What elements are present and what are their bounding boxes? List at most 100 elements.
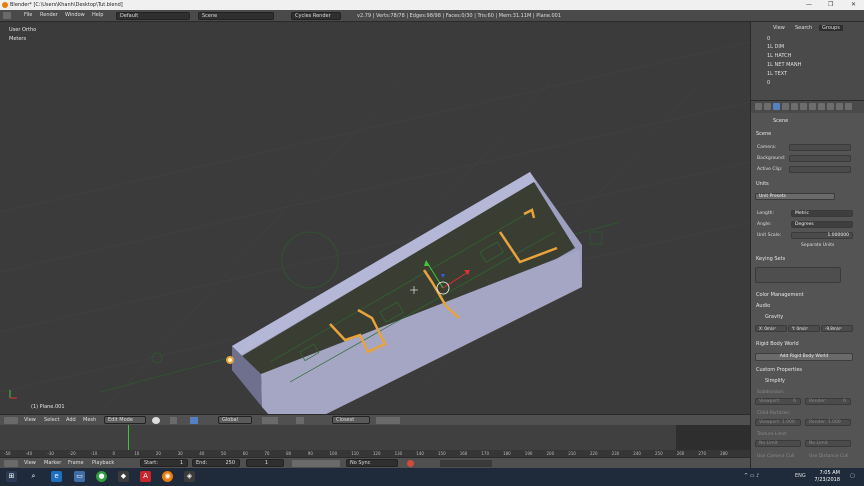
menu-add[interactable]: Add <box>66 417 76 423</box>
chrome-icon[interactable]: ● <box>96 471 107 482</box>
file-explorer-icon[interactable]: ▭ <box>74 471 85 482</box>
orientation-select[interactable]: Global <box>218 416 252 424</box>
texture-tab-icon[interactable] <box>827 103 834 110</box>
menu-marker[interactable]: Marker <box>44 460 61 466</box>
3d-viewport[interactable]: User Ortho Meters (1) Plane.001 <box>0 22 750 414</box>
menu-playback[interactable]: Playback <box>92 460 114 466</box>
scene-tab-icon[interactable] <box>773 103 780 110</box>
outliner-tab-groups[interactable]: Groups <box>819 25 843 31</box>
physics-tab-icon[interactable] <box>845 103 852 110</box>
child-viewport-field[interactable]: Viewport: 1.000 <box>755 419 801 426</box>
subdivision-render-field[interactable]: Render: 6 <box>805 398 851 405</box>
section-custom-properties[interactable]: Custom Properties <box>756 367 802 373</box>
active-clip-field[interactable] <box>789 166 851 173</box>
menu-help[interactable]: Help <box>92 12 103 18</box>
menu-file[interactable]: File <box>24 12 32 18</box>
texture-limit-viewport[interactable]: No Limit <box>755 440 801 447</box>
render-engine-select[interactable]: Cycles Render <box>291 12 341 20</box>
gravity-z-field[interactable]: -9.8m/s² <box>821 325 853 332</box>
menu-view[interactable]: View <box>24 460 36 466</box>
editor-type-icon[interactable] <box>3 12 11 19</box>
outliner-tab-view[interactable]: View <box>773 25 785 31</box>
app-icon[interactable]: ◆ <box>118 471 129 482</box>
app2-icon[interactable]: ◈ <box>184 471 195 482</box>
menu-view[interactable]: View <box>24 417 36 423</box>
menu-select[interactable]: Select <box>44 417 59 423</box>
maximize-button[interactable]: ❐ <box>828 1 833 8</box>
close-button[interactable]: ✕ <box>851 1 856 8</box>
texture-limit-render[interactable]: No Limit <box>805 440 851 447</box>
child-render-field[interactable]: Render: 1.000 <box>805 419 851 426</box>
section-color-management[interactable]: Color Management <box>756 292 804 298</box>
outliner-row[interactable]: 1L DIM <box>755 44 859 52</box>
angle-select[interactable]: Degrees <box>791 221 853 228</box>
add-rigid-body-world-button[interactable]: Add Rigid Body World <box>755 353 853 361</box>
menu-mesh[interactable]: Mesh <box>83 417 96 423</box>
outliner-tab-search[interactable]: Search <box>795 25 812 31</box>
proportional-edit-icon[interactable] <box>296 417 304 424</box>
section-units[interactable]: Units <box>756 181 769 187</box>
start-frame-field[interactable]: Start: 1 <box>140 459 188 467</box>
outliner-row[interactable]: 1L NET MANH <box>755 62 859 70</box>
data-tab-icon[interactable] <box>809 103 816 110</box>
scene-selector[interactable]: Scene <box>198 12 274 20</box>
section-keying-sets[interactable]: Keying Sets <box>756 256 785 262</box>
outliner[interactable]: View Search Groups 0 1L DIM 1L HATCH 1L … <box>750 22 864 100</box>
properties-editor[interactable]: Scene Scene Camera: Background: Active C… <box>750 100 864 468</box>
viewport-canvas[interactable] <box>0 22 750 414</box>
editor-type-icon[interactable] <box>4 417 18 424</box>
render-tab-icon[interactable] <box>755 103 762 110</box>
start-icon[interactable]: ⊞ <box>6 471 17 482</box>
timeline-ruler[interactable]: -50 -40 -30 -20 -10 0 10 20 30 40 50 60 70 80 90 100 110… <box>0 450 750 457</box>
particles-tab-icon[interactable] <box>836 103 843 110</box>
layers-tab-icon[interactable] <box>764 103 771 110</box>
outliner-row[interactable]: 1L TEXT <box>755 71 859 79</box>
pivot-icon[interactable] <box>170 417 177 424</box>
gravity-y-field[interactable]: Y: 0m/s² <box>788 325 820 332</box>
minimize-button[interactable]: — <box>806 1 812 8</box>
section-scene[interactable]: Scene <box>756 131 771 137</box>
keying-set-field[interactable] <box>440 460 492 467</box>
use-distance-cull-checkbox[interactable]: Use Distance Cull <box>809 454 848 459</box>
shading-icon[interactable] <box>152 417 160 424</box>
section-rigid-body-world[interactable]: Rigid Body World <box>756 341 799 347</box>
edge-icon[interactable]: e <box>51 471 62 482</box>
separate-units-checkbox[interactable]: Separate Units <box>801 243 834 248</box>
record-icon[interactable] <box>407 460 414 467</box>
language-indicator[interactable]: ENG <box>795 473 806 479</box>
current-frame-field[interactable]: 1 <box>246 459 284 467</box>
material-tab-icon[interactable] <box>818 103 825 110</box>
end-frame-field[interactable]: End: 250 <box>192 459 240 467</box>
timeline-editor[interactable]: -50 -40 -30 -20 -10 0 10 20 30 40 50 60 70 80 90 100 110… <box>0 425 750 457</box>
gravity-x-field[interactable]: X: 0m/s² <box>755 325 787 332</box>
mode-select[interactable]: Edit Mode <box>104 416 146 424</box>
unit-scale-field[interactable]: 1.000000 <box>791 232 853 239</box>
menu-render[interactable]: Render <box>40 12 58 18</box>
section-simplify[interactable]: Simplify <box>765 378 785 384</box>
length-select[interactable]: Metric <box>791 210 853 217</box>
playback-controls-icon[interactable] <box>292 460 340 467</box>
editor-type-icon[interactable] <box>4 460 18 467</box>
keying-sets-list[interactable] <box>755 267 841 283</box>
menu-frame[interactable]: Frame <box>68 460 84 466</box>
layout-selector[interactable]: Default <box>116 12 190 20</box>
tray-icons[interactable]: ^ ▭ ♪ <box>744 473 759 479</box>
modifiers-tab-icon[interactable] <box>800 103 807 110</box>
adobe-icon[interactable]: A <box>140 471 151 482</box>
building-mesh[interactable] <box>232 172 582 414</box>
select-mode-icon[interactable] <box>262 417 278 424</box>
outliner-row[interactable]: 0 <box>755 80 859 88</box>
section-gravity[interactable]: Gravity <box>765 314 783 320</box>
notification-icon[interactable]: ▢ <box>850 473 855 479</box>
outliner-row[interactable]: 0 <box>755 36 859 44</box>
manipulator-icon[interactable] <box>190 417 198 424</box>
subdivision-viewport-field[interactable]: Viewport: 6 <box>755 398 801 405</box>
search-icon[interactable]: ⌕ <box>28 471 39 482</box>
outliner-row[interactable]: 1L HATCH <box>755 53 859 61</box>
background-field[interactable] <box>789 155 851 162</box>
use-camera-cull-checkbox[interactable]: Use Camera Cull <box>757 454 794 459</box>
section-audio[interactable]: Audio <box>756 303 770 309</box>
camera-field[interactable] <box>789 144 851 151</box>
object-tab-icon[interactable] <box>791 103 798 110</box>
light-icon[interactable] <box>226 356 234 364</box>
